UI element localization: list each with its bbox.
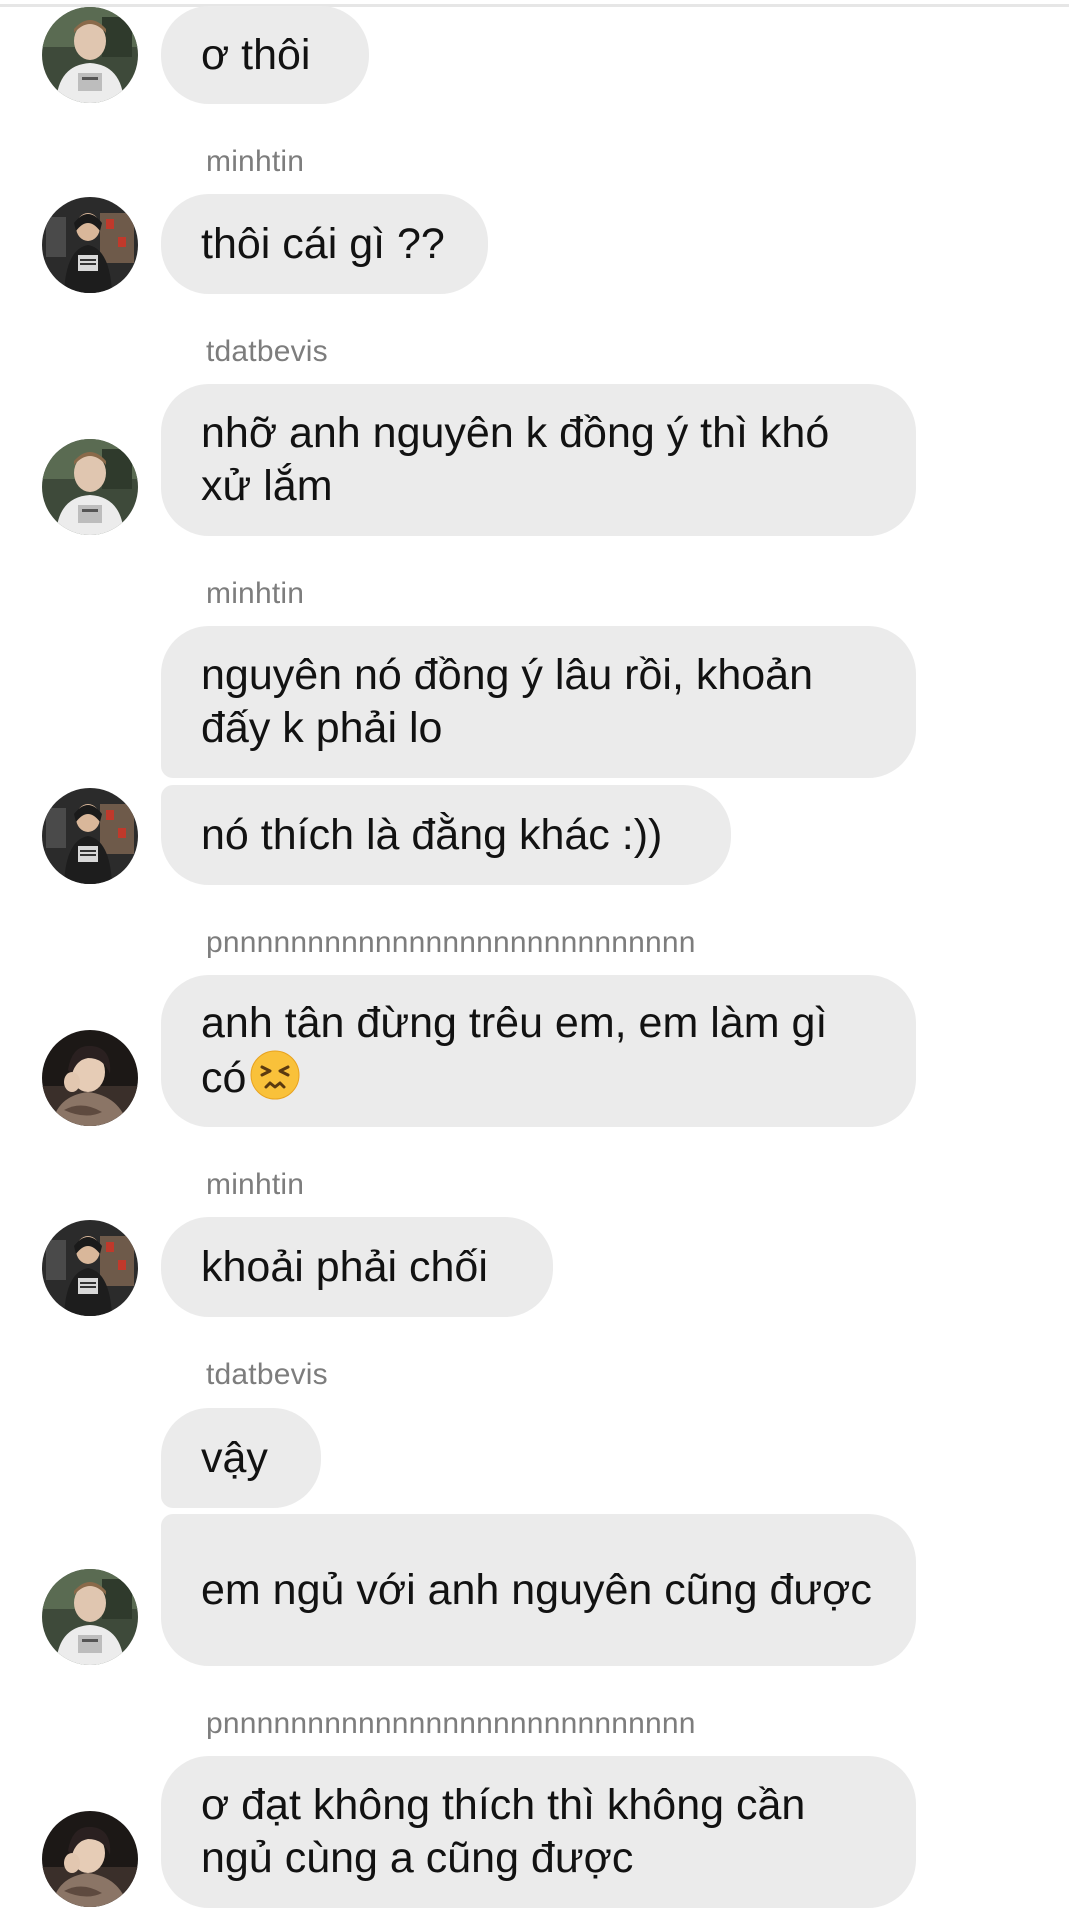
message-bubble[interactable]: khoải phải chối <box>161 1217 553 1317</box>
message-bubble[interactable]: ơ thôi <box>161 6 369 104</box>
persevering-face-emoji <box>250 1050 300 1100</box>
avatar-tdatbevis[interactable] <box>42 1569 138 1665</box>
message-bubble[interactable]: thôi cái gì ?? <box>161 194 488 294</box>
sender-name: minhtin <box>206 577 305 610</box>
avatar-minhtin[interactable] <box>42 788 138 884</box>
avatar-pnnnn[interactable] <box>42 1030 138 1126</box>
message-bubble[interactable]: anh tân đừng trêu em, em làm gì có <box>161 975 916 1127</box>
sender-name: tdatbevis <box>206 335 328 368</box>
avatar-pnnnn[interactable] <box>42 1811 138 1907</box>
avatar-minhtin[interactable] <box>42 197 138 293</box>
message-bubble[interactable]: nhỡ anh nguyên k đồng ý thì khó xử lắm <box>161 384 916 536</box>
sender-name: minhtin <box>206 145 305 178</box>
message-text: em ngủ với anh nguyên cũng được <box>201 1565 872 1614</box>
avatar-tdatbevis[interactable] <box>42 7 138 103</box>
message-text: anh tân đừng trêu em, em làm gì có <box>201 997 876 1105</box>
message-bubble[interactable]: nguyên nó đồng ý lâu rồi, khoản đấy k ph… <box>161 626 916 778</box>
top-divider <box>0 4 1069 7</box>
message-text: nhỡ anh nguyên k đồng ý thì khó xử lắm <box>201 409 830 510</box>
message-bubble[interactable]: ơ đạt không thích thì không cần ngủ cùng… <box>161 1756 916 1908</box>
message-text: khoải phải chối <box>201 1242 488 1291</box>
sender-name: minhtin <box>206 1168 305 1201</box>
avatar-tdatbevis[interactable] <box>42 439 138 535</box>
avatar-minhtin[interactable] <box>42 1220 138 1316</box>
message-text: nguyên nó đồng ý lâu rồi, khoản đấy k ph… <box>201 651 814 752</box>
sender-name: pnnnnnnnnnnnnnnnnnnnnnnnnnnnn <box>206 926 696 959</box>
sender-name: pnnnnnnnnnnnnnnnnnnnnnnnnnnnn <box>206 1707 696 1740</box>
message-text: ơ thôi <box>201 30 311 79</box>
message-text: vậy <box>201 1433 268 1482</box>
message-text: thôi cái gì ?? <box>201 219 445 268</box>
message-text: nó thích là đằng khác :)) <box>201 810 663 859</box>
sender-name: tdatbevis <box>206 1358 328 1391</box>
message-text: ơ đạt không thích thì không cần ngủ cùng… <box>201 1781 806 1882</box>
message-bubble[interactable]: em ngủ với anh nguyên cũng được <box>161 1514 916 1666</box>
message-bubble[interactable]: nó thích là đằng khác :)) <box>161 785 731 885</box>
message-bubble[interactable]: vậy <box>161 1408 321 1508</box>
